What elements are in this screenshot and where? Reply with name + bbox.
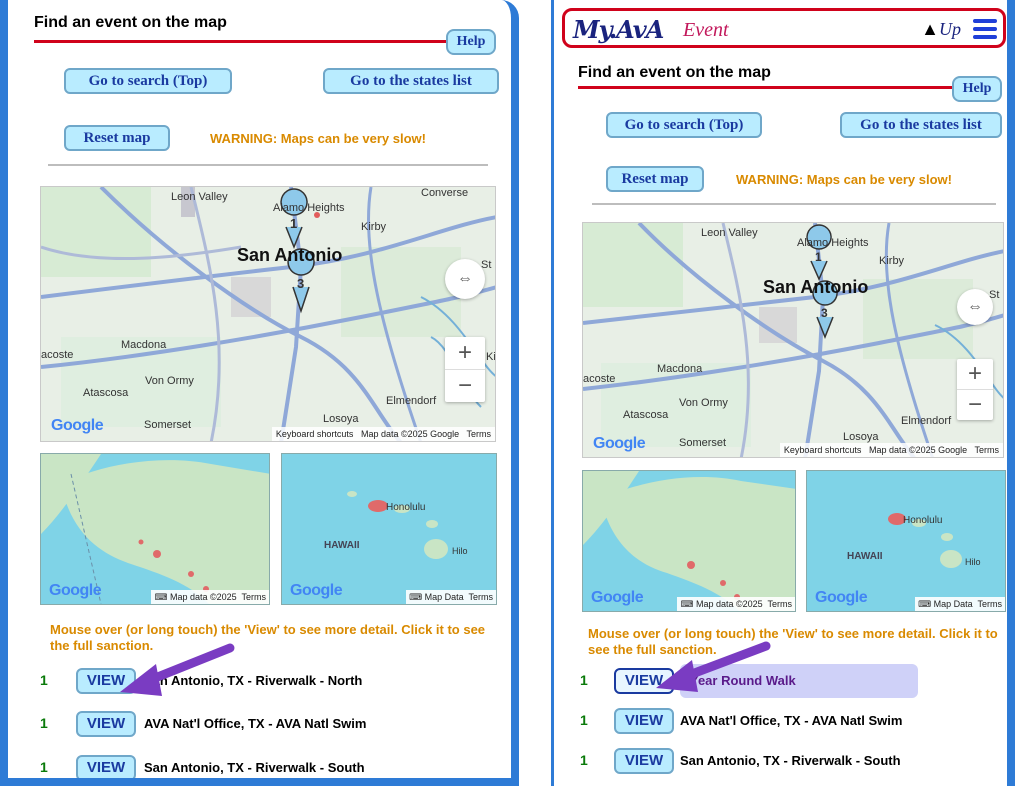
screenshot-stage: Find an event on the map Help Go to sear… (0, 0, 1015, 786)
annotation-arrow-right-icon (656, 641, 771, 692)
annotation-arrows (120, 641, 771, 696)
annotation-arrow-left-icon (120, 643, 235, 696)
